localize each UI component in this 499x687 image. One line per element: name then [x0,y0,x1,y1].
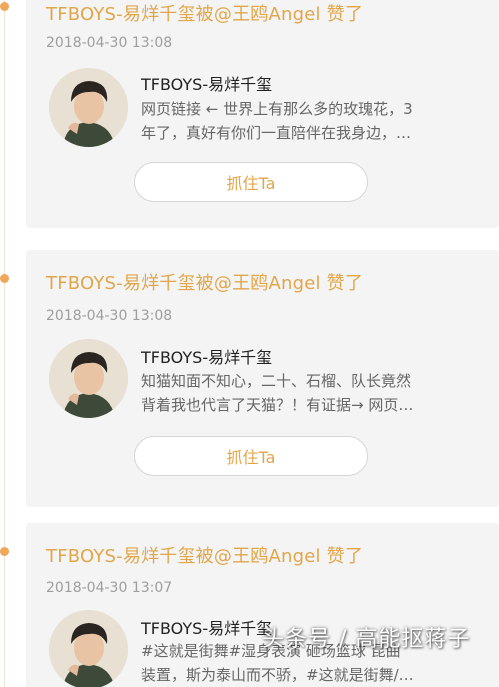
grab-ta-button[interactable]: 抓住Ta [134,162,368,202]
post-author: TFBOYS-易烊千玺 [141,619,273,638]
timeline-dot [0,274,9,283]
feed-card: TFBOYS-易烊千玺被@王鸥Angel 赞了 2018-04-30 13:07… [26,523,499,687]
avatar-photo [49,68,128,147]
grab-ta-button[interactable]: 抓住Ta [134,436,368,476]
post-line: 知猫知面不知心，二十、石榴、队长竟然 [141,372,412,390]
avatar-photo [49,339,128,418]
avatar[interactable] [49,610,128,687]
feed-card: TFBOYS-易烊千玺被@王鸥Angel 赞了 2018-04-30 13:08… [26,0,499,228]
feed-time: 2018-04-30 13:07 [46,580,173,596]
feed-title: TFBOYS-易烊千玺被@王鸥Angel 赞了 [46,273,364,294]
post-excerpt[interactable]: 网页链接 ← 世界上有那么多的玫瑰花，3 年了，真好有你们一直陪伴在我身边，… [141,97,471,145]
feed-time: 2018-04-30 13:08 [46,35,173,51]
avatar[interactable] [49,68,128,147]
post-line: 年了，真好有你们一直陪伴在我身边，… [141,124,412,142]
timeline-dot [0,547,9,556]
post-line: 装置，斯为泰山而不骄，#这就是街舞/… [141,666,414,684]
feed-time: 2018-04-30 13:08 [46,308,173,324]
post-line: 网页链接 ← 世界上有那么多的玫瑰花，3 [141,100,413,118]
watermark: 头条号 / 高能抠蒋子 [262,627,471,652]
feed-screen: TFBOYS-易烊千玺被@王鸥Angel 赞了 2018-04-30 13:08… [0,0,499,687]
timeline-line [4,0,5,687]
avatar-photo [49,610,128,687]
avatar[interactable] [49,339,128,418]
post-line: 背着我也代言了天猫？！有证据→ 网页… [141,396,414,414]
post-excerpt[interactable]: 知猫知面不知心，二十、石榴、队长竟然 背着我也代言了天猫？！有证据→ 网页… [141,369,471,417]
feed-card: TFBOYS-易烊千玺被@王鸥Angel 赞了 2018-04-30 13:08… [26,250,499,507]
feed-title: TFBOYS-易烊千玺被@王鸥Angel 赞了 [46,546,364,567]
feed-title: TFBOYS-易烊千玺被@王鸥Angel 赞了 [46,4,364,25]
post-author: TFBOYS-易烊千玺 [141,75,273,94]
timeline-dot [0,2,9,11]
post-author: TFBOYS-易烊千玺 [141,348,273,367]
